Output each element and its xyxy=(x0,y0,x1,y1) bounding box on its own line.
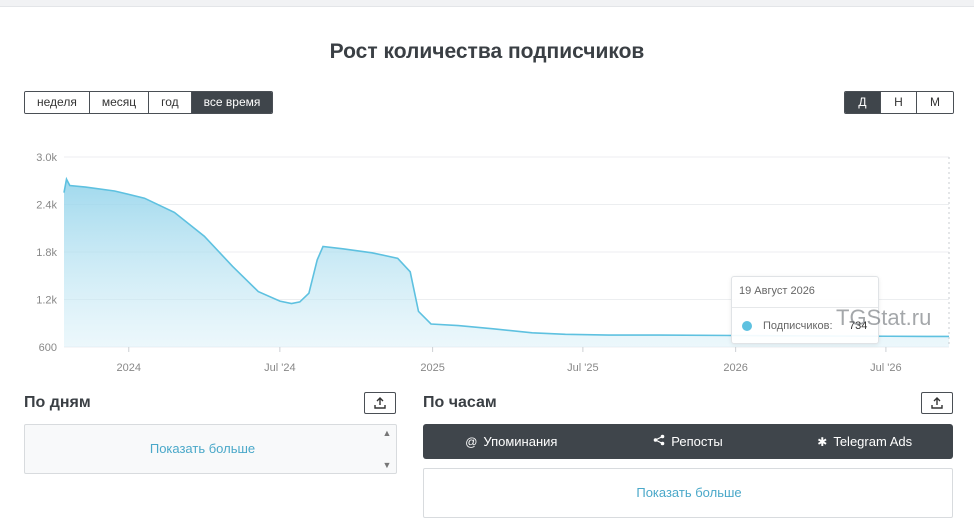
x-axis-ticks: 2024 Jul '24 2025 Jul '25 2026 Jul '26 xyxy=(117,347,902,374)
tab-telegram-ads-label: Telegram Ads xyxy=(833,434,913,449)
range-selector: неделя месяц год все время xyxy=(24,91,274,114)
by-days-panel: Показать больше ▲ ▼ xyxy=(24,424,397,474)
tab-mentions[interactable]: @ Упоминания xyxy=(423,424,600,459)
share-icon xyxy=(653,434,665,449)
at-icon: @ xyxy=(465,434,478,449)
by-days-title: По дням xyxy=(24,394,91,411)
x-tick-label: 2025 xyxy=(420,362,444,374)
scroll-down-icon[interactable]: ▼ xyxy=(382,460,392,470)
asterisk-icon: ✱ xyxy=(817,434,828,449)
granularity-selector: Д Н М xyxy=(844,91,954,114)
by-hours-export-button[interactable] xyxy=(921,392,953,414)
granularity-day-button[interactable]: Д xyxy=(845,92,881,113)
by-hours-tabs: @ Упоминания Репосты ✱ Telegram Ads xyxy=(423,424,953,459)
x-tick-label: Jul '26 xyxy=(870,362,901,374)
x-tick-label: 2024 xyxy=(117,362,141,374)
by-hours-title: По часам xyxy=(423,394,497,411)
x-tick-label: Jul '24 xyxy=(264,362,295,374)
scroll-up-icon[interactable]: ▲ xyxy=(382,428,392,438)
tab-telegram-ads[interactable]: ✱ Telegram Ads xyxy=(776,424,953,459)
by-days-show-more[interactable]: Показать больше xyxy=(25,441,380,456)
subscribers-chart[interactable]: 600 1.2k 1.8k 2.4k 3.0k 2024 Jul '24 2025 Jul '… xyxy=(0,140,974,380)
y-tick-label: 1.2k xyxy=(36,295,57,307)
chart-title: Рост количества подписчиков xyxy=(329,40,645,63)
series-dot-icon xyxy=(742,321,752,331)
range-year-button[interactable]: год xyxy=(149,92,192,113)
upload-icon xyxy=(374,397,386,409)
x-tick-label: 2026 xyxy=(723,362,747,374)
granularity-week-button[interactable]: Н xyxy=(881,92,917,113)
tab-reposts-label: Репосты xyxy=(671,434,723,449)
range-all-time-button[interactable]: все время xyxy=(191,92,273,113)
range-week-button[interactable]: неделя xyxy=(25,92,90,113)
by-days-export-button[interactable] xyxy=(364,392,396,414)
watermark: TGStat.ru xyxy=(836,305,932,330)
tab-mentions-label: Упоминания xyxy=(483,434,558,449)
tab-reposts[interactable]: Репосты xyxy=(600,424,777,459)
upload-icon xyxy=(931,397,943,409)
y-tick-label: 1.8k xyxy=(36,247,57,259)
y-tick-label: 3.0k xyxy=(36,152,57,164)
by-hours-show-more[interactable]: Показать больше xyxy=(424,485,954,500)
range-month-button[interactable]: месяц xyxy=(89,92,150,113)
y-axis-ticks: 600 1.2k 1.8k 2.4k 3.0k xyxy=(36,152,57,354)
y-tick-label: 600 xyxy=(39,342,57,354)
granularity-month-button[interactable]: М xyxy=(917,92,953,113)
tooltip-label: Подписчиков: xyxy=(763,320,833,332)
by-hours-panel: Показать больше xyxy=(423,468,953,518)
y-tick-label: 2.4k xyxy=(36,200,57,212)
x-tick-label: Jul '25 xyxy=(567,362,598,374)
tooltip-date: 19 Август 2026 xyxy=(739,285,815,297)
